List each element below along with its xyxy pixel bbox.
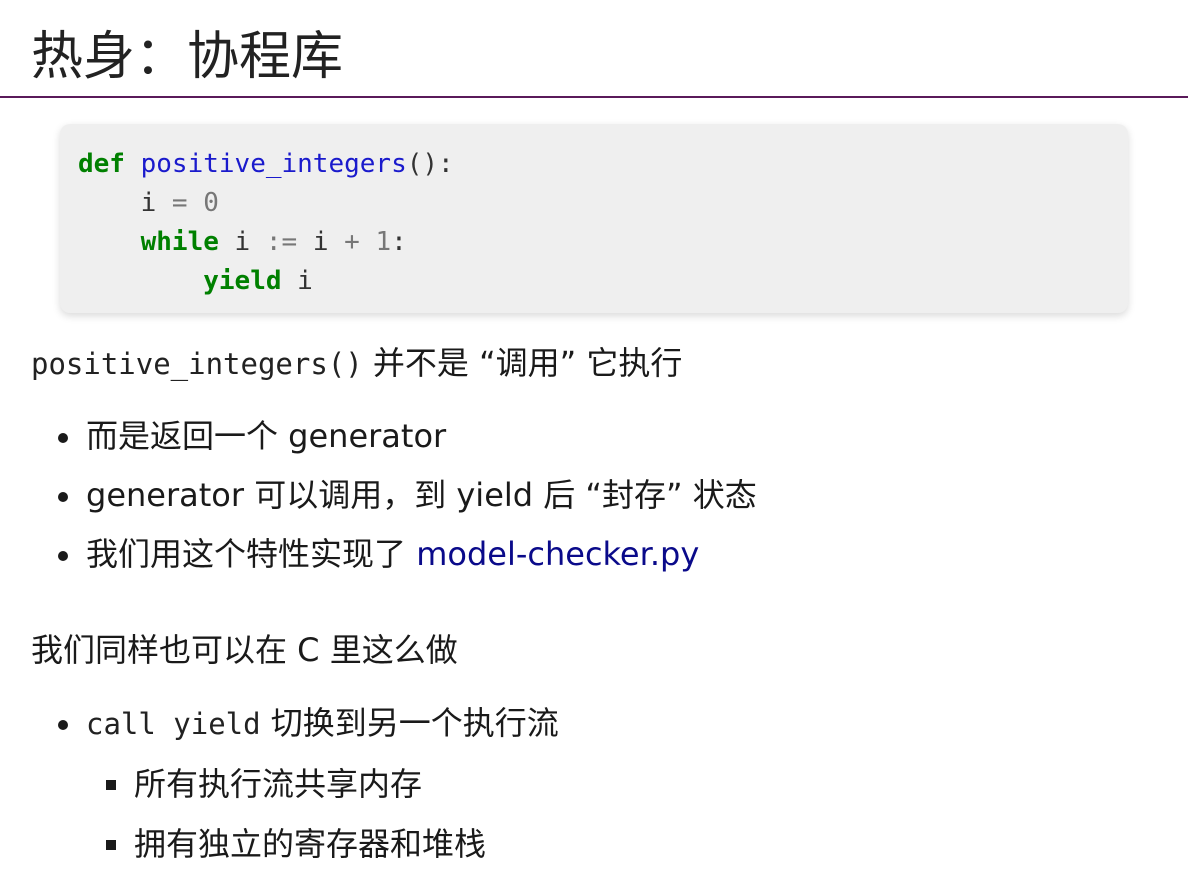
sub-list-item: 拥有独立的寄存器和堆栈 — [105, 825, 487, 863]
code-var: i — [218, 227, 266, 257]
list-item-text: 而是返回一个 generator — [86, 417, 447, 455]
slide: 热身：协程库 def positive_integers(): i = 0 wh… — [0, 0, 1188, 887]
sub-list-item: 所有执行流共享内存 — [105, 765, 423, 803]
list-item-text: generator 可以调用，到 yield 后 “封存” 状态 — [86, 476, 757, 514]
list-item-text: 我们用这个特性实现了 — [86, 535, 417, 573]
list-item-text: 切换到另一个执行流 — [260, 704, 559, 742]
code-punct: : — [391, 227, 407, 257]
inline-code: call yield — [86, 707, 261, 741]
code-punct: (): — [406, 149, 454, 179]
keyword-yield: yield — [203, 266, 282, 296]
code-number: 0 — [203, 188, 219, 218]
inline-code: positive_integers() — [31, 347, 363, 381]
code-operator: = — [156, 188, 204, 218]
title-divider — [0, 96, 1188, 98]
list-item: generator 可以调用，到 yield 后 “封存” 状态 — [58, 475, 757, 515]
code-line-4: yield i — [78, 262, 1110, 301]
list-item: call yield 切换到另一个执行流 — [58, 703, 559, 744]
code-operator: + — [344, 227, 360, 257]
keyword-while: while — [140, 227, 219, 257]
model-checker-link[interactable]: model-checker.py — [416, 535, 699, 573]
list-item: 我们用这个特性实现了 model-checker.py — [57, 534, 699, 574]
code-line-1: def positive_integers(): — [78, 145, 1110, 184]
code-number: 1 — [359, 227, 392, 257]
code-var: i — [297, 227, 345, 257]
page-title: 热身：协程库 — [31, 27, 344, 87]
paragraph-2: 我们同样也可以在 C 里这么做 — [31, 631, 458, 669]
code-operator: := — [265, 227, 298, 257]
function-name: positive_integers — [140, 149, 407, 179]
paragraph-1: positive_integers() 并不是 “调用” 它执行 — [31, 343, 682, 384]
code-line-2: i = 0 — [78, 184, 1110, 223]
list-item: 而是返回一个 generator — [57, 416, 447, 456]
code-block: def positive_integers(): i = 0 while i :… — [60, 124, 1128, 313]
keyword-def: def — [78, 149, 125, 179]
code-line-3: while i := i + 1: — [78, 223, 1110, 262]
paragraph-text: 并不是 “调用” 它执行 — [362, 344, 683, 382]
code-var: i — [281, 266, 313, 296]
code-var: i — [140, 188, 157, 218]
